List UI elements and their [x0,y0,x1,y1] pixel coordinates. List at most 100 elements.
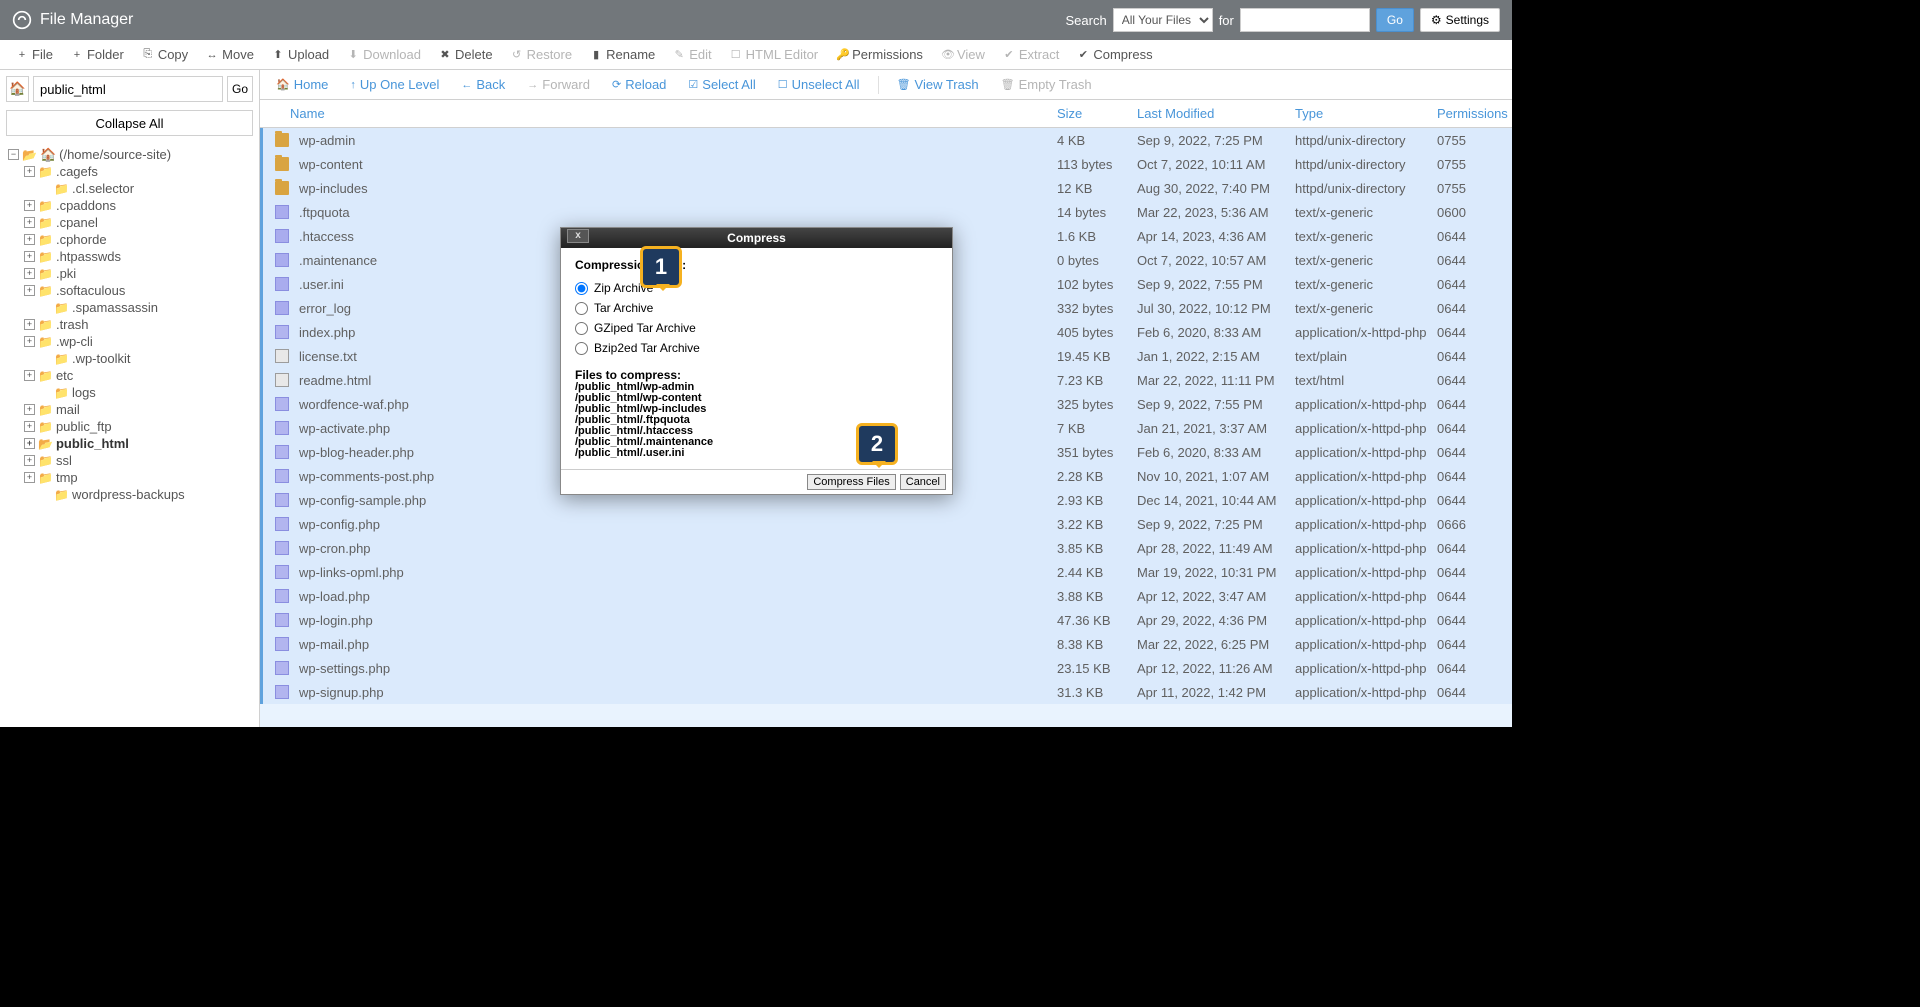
new-folder-button[interactable]: +Folder [63,43,132,66]
tree-item-cphorde[interactable]: +📁.cphorde [4,231,259,248]
compression-option[interactable]: Zip Archive [575,278,938,298]
tree-item-public_html[interactable]: +📂public_html [4,435,259,452]
file-row[interactable]: wp-settings.php23.15 KBApr 12, 2022, 11:… [260,656,1512,680]
reload-icon: ⟳ [612,78,621,91]
sidebar: 🏠 Go Collapse All −📂🏠(/home/source-site)… [0,70,260,727]
new-file-icon: + [16,49,28,61]
tree-item-mail[interactable]: +📁mail [4,401,259,418]
tree-item-cpaddons[interactable]: +📁.cpaddons [4,197,259,214]
tree-item-softaculous[interactable]: +📁.softaculous [4,282,259,299]
search-go-button[interactable]: Go [1376,8,1414,32]
reload-button[interactable]: ⟳Reload [604,73,674,96]
compression-type-label: Compression Type: [575,258,938,272]
back-button[interactable]: ←Back [453,73,513,96]
file-row[interactable]: wp-links-opml.php2.44 KBMar 19, 2022, 10… [260,560,1512,584]
path-go-button[interactable]: Go [227,76,253,102]
tree-item-cpanel[interactable]: +📁.cpanel [4,214,259,231]
file-row[interactable]: wp-mail.php8.38 KBMar 22, 2022, 6:25 PMa… [260,632,1512,656]
delete-button[interactable]: ✖Delete [431,43,501,66]
tree-item-pki[interactable]: +📁.pki [4,265,259,282]
file-row[interactable]: wp-includes12 KBAug 30, 2022, 7:40 PMhtt… [260,176,1512,200]
col-name-header[interactable]: Name [260,106,1057,121]
folder-icon: 📁 [38,420,53,434]
tree-root[interactable]: −📂🏠(/home/source-site) [4,146,259,163]
edit-button[interactable]: ✎Edit [665,43,719,66]
compression-option[interactable]: GZiped Tar Archive [575,318,938,338]
folder-icon: 📁 [54,488,69,502]
upload-button[interactable]: ⬆Upload [264,43,337,66]
tree-item-etc[interactable]: +📁etc [4,367,259,384]
file-row[interactable]: wp-config.php3.22 KBSep 9, 2022, 7:25 PM… [260,512,1512,536]
forward-button[interactable]: →Forward [519,73,598,96]
home-button[interactable]: 🏠Home [268,73,336,96]
select-all-button[interactable]: ☑Select All [680,73,763,96]
tree-item-clselector[interactable]: 📁.cl.selector [4,180,259,197]
file-row[interactable]: wp-content113 bytesOct 7, 2022, 10:11 AM… [260,152,1512,176]
up-one-level-button[interactable]: ↑Up One Level [342,73,447,96]
html-editor-button[interactable]: ☐HTML Editor [722,43,826,66]
path-home-button[interactable]: 🏠 [6,76,29,102]
tree-item-public_ftp[interactable]: +📁public_ftp [4,418,259,435]
permissions-button[interactable]: 🔑Permissions [828,43,931,66]
gear-icon: ⚙ [1431,13,1442,27]
file-row[interactable]: wp-admin4 KBSep 9, 2022, 7:25 PMhttpd/un… [260,128,1512,152]
search-input[interactable] [1240,8,1370,32]
new-file-button[interactable]: +File [8,43,61,66]
tree-item-htpasswds[interactable]: +📁.htpasswds [4,248,259,265]
file-row[interactable]: .ftpquota14 bytesMar 22, 2023, 5:36 AMte… [260,200,1512,224]
file-icon [275,205,289,219]
col-modified-header[interactable]: Last Modified [1137,106,1295,121]
file-row[interactable]: wp-cron.php3.85 KBApr 28, 2022, 11:49 AM… [260,536,1512,560]
tree-item-wordpress-backups[interactable]: 📁wordpress-backups [4,486,259,503]
tree-item-logs[interactable]: 📁logs [4,384,259,401]
tree-item-trash[interactable]: +📁.trash [4,316,259,333]
folder-icon [275,157,289,171]
col-type-header[interactable]: Type [1295,106,1437,121]
cancel-button[interactable]: Cancel [900,474,946,490]
compress-files-button[interactable]: Compress Files [807,474,895,490]
tree-item-wp-toolkit[interactable]: 📁.wp-toolkit [4,350,259,367]
radio-input[interactable] [575,282,588,295]
rename-button[interactable]: ▮Rename [582,43,663,66]
extract-button[interactable]: ✔Extract [995,43,1067,66]
dialog-title-bar: x Compress [561,228,952,248]
view-trash-button[interactable]: 🗑View Trash [889,73,987,96]
file-icon [275,421,289,435]
folder-icon: 📁 [38,199,53,213]
copy-button[interactable]: ⎘Copy [134,43,196,66]
dialog-close-button[interactable]: x [567,229,589,243]
download-button[interactable]: ⬇Download [339,43,429,66]
settings-button[interactable]: ⚙Settings [1420,8,1500,32]
compress-button[interactable]: ✔Compress [1069,43,1160,66]
tree-item-ssl[interactable]: +📁ssl [4,452,259,469]
view-button[interactable]: 👁View [933,43,993,66]
col-permissions-header[interactable]: Permissions [1437,106,1512,121]
collapse-all-button[interactable]: Collapse All [6,110,253,136]
path-input[interactable] [33,76,223,102]
restore-button[interactable]: ↺Restore [503,43,581,66]
file-icon [275,445,289,459]
radio-input[interactable] [575,302,588,315]
tree-item-wp-cli[interactable]: +📁.wp-cli [4,333,259,350]
compression-option[interactable]: Tar Archive [575,298,938,318]
file-row[interactable]: wp-signup.php31.3 KBApr 11, 2022, 1:42 P… [260,680,1512,704]
file-row[interactable]: wp-load.php3.88 KBApr 12, 2022, 3:47 AMa… [260,584,1512,608]
unselect-all-button[interactable]: ☐Unselect All [770,73,868,96]
tree-item-tmp[interactable]: +📁tmp [4,469,259,486]
file-icon [275,493,289,507]
search-scope-select[interactable]: All Your Files [1113,8,1213,32]
file-row[interactable]: wp-login.php47.36 KBApr 29, 2022, 4:36 P… [260,608,1512,632]
rename-icon: ▮ [590,48,602,61]
tree-item-cagefs[interactable]: +📁.cagefs [4,163,259,180]
radio-input[interactable] [575,342,588,355]
compression-option[interactable]: Bzip2ed Tar Archive [575,338,938,358]
file-icon [275,661,289,675]
tree-item-spamassassin[interactable]: 📁.spamassassin [4,299,259,316]
move-button[interactable]: ↔Move [198,43,262,66]
col-size-header[interactable]: Size [1057,106,1137,121]
radio-input[interactable] [575,322,588,335]
empty-trash-button[interactable]: 🗑Empty Trash [993,73,1100,96]
folder-icon: 📂 [38,437,53,451]
home-icon: 🏠 [276,78,290,91]
folder-icon: 📁 [38,369,53,383]
